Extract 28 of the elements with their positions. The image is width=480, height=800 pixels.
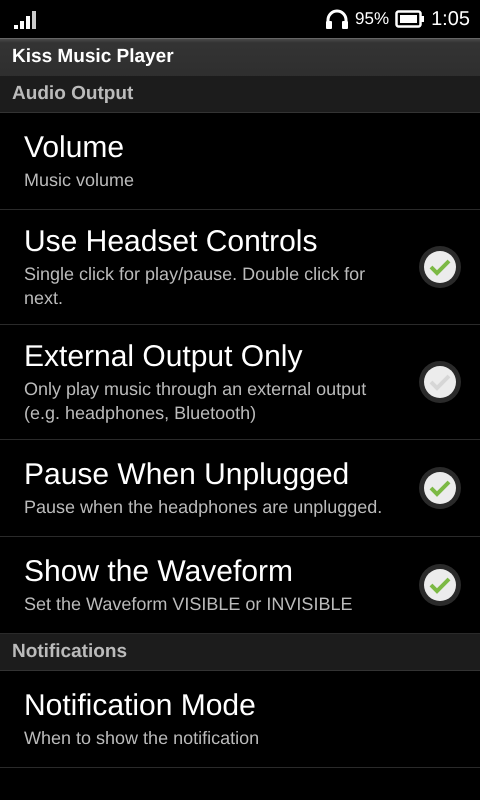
battery-icon: [395, 10, 426, 28]
section-header: Notifications: [0, 634, 480, 671]
preference-item[interactable]: External Output Only Only play music through an external output (e.g. headphones, Bluetooth): [0, 325, 480, 440]
preference-summary: When to show the notification: [24, 727, 260, 750]
checkbox[interactable]: [418, 466, 462, 510]
preference-title: Pause When Unplugged: [24, 457, 350, 493]
preference-item[interactable]: Use Headset Controls Single click for play/pause. Double click for next.: [0, 210, 480, 325]
preference-item[interactable]: Volume Music volume: [0, 113, 480, 210]
checkbox[interactable]: [418, 360, 462, 404]
section-header: Audio Output: [0, 76, 480, 113]
preference-item[interactable]: Notification Mode When to show the notification: [0, 671, 480, 768]
preference-title: External Output Only: [24, 339, 302, 375]
preference-title: Notification Mode: [24, 688, 256, 724]
headphones-icon: [325, 8, 350, 30]
clock-time: 1:05: [431, 8, 470, 30]
app-title: Kiss Music Player: [11, 45, 175, 69]
preference-summary: Pause when the headphones are unplugged.: [24, 496, 382, 519]
preference-title: Volume: [24, 130, 124, 166]
preference-summary: Only play music through an external output (e.g. headphones, Bluetooth): [24, 378, 368, 425]
preference-summary: Single click for play/pause. Double click for next.: [24, 263, 366, 310]
preference-title: Show the Waveform: [24, 554, 293, 590]
preference-summary: Music volume: [24, 169, 134, 192]
preference-summary: Set the Waveform VISIBLE or INVISIBLE: [24, 593, 352, 616]
preference-title: Use Headset Controls: [24, 224, 318, 260]
battery-percent: 95%: [355, 9, 390, 29]
checkbox[interactable]: [418, 563, 462, 607]
preference-item[interactable]: Pause When Unplugged Pause when the headphones are unplugged.: [0, 440, 480, 537]
checkbox[interactable]: [418, 245, 462, 289]
